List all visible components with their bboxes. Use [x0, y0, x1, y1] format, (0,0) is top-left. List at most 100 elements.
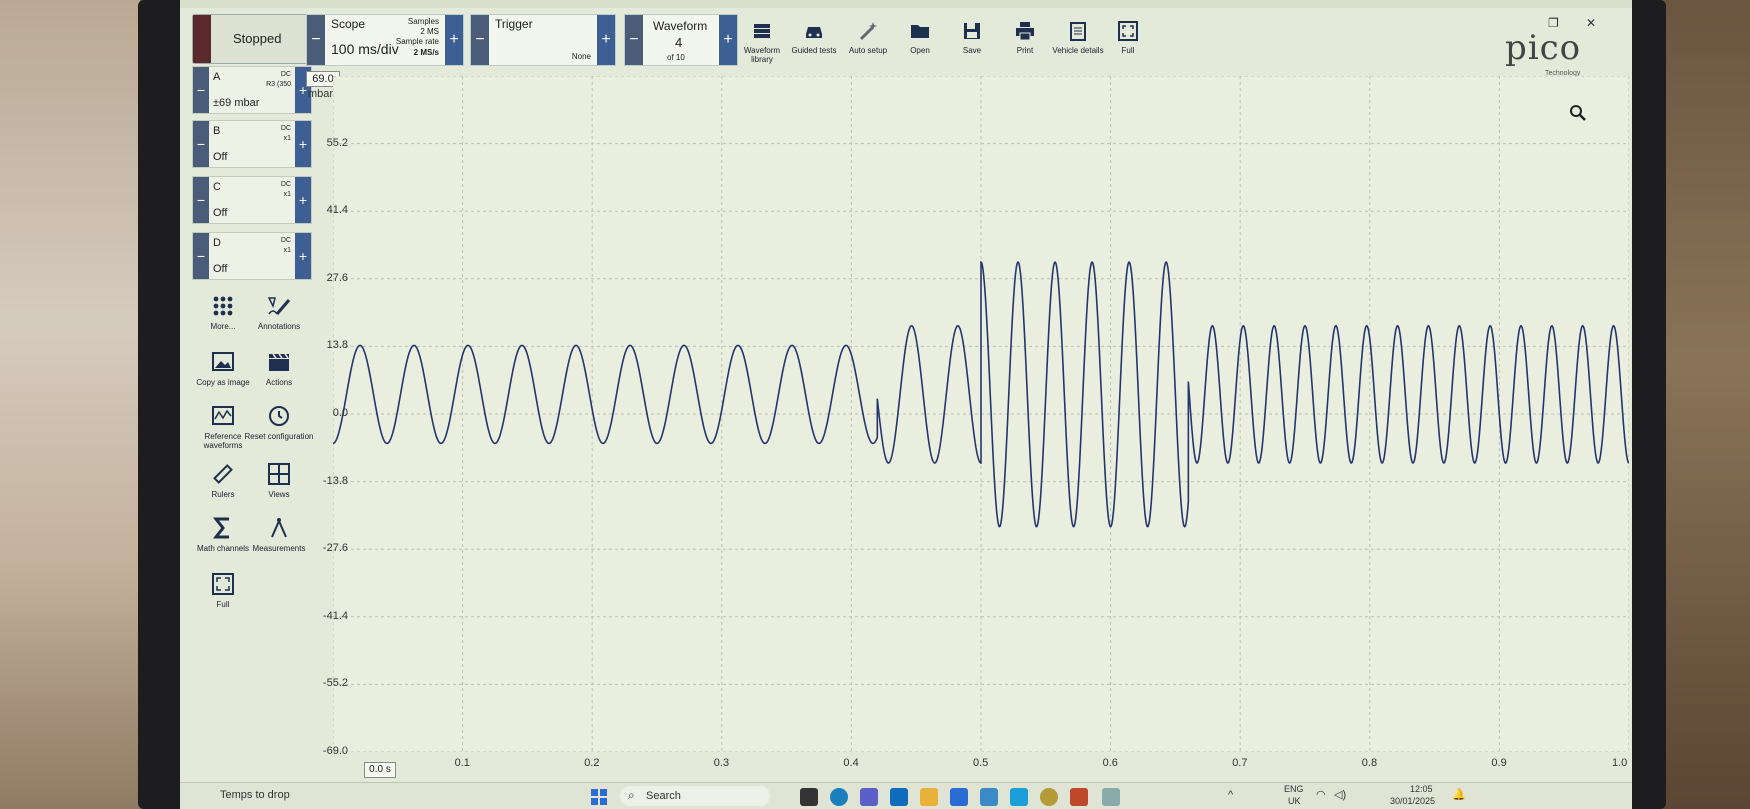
- channel-d-probe: x1: [283, 247, 291, 254]
- channel-b[interactable]: − B DC x1 Off +: [192, 120, 312, 168]
- channel-d-minus-button[interactable]: −: [193, 233, 209, 279]
- auto-setup-button[interactable]: Auto setup: [838, 20, 898, 55]
- channel-b-info: DC x1: [281, 124, 291, 144]
- outlook-icon[interactable]: [890, 788, 908, 806]
- x-tick-label: 0.4: [843, 757, 859, 769]
- tool-label: Copy as image: [196, 378, 250, 387]
- trigger-mode[interactable]: None: [572, 52, 591, 61]
- reset-configuration-button[interactable]: Reset configuration: [244, 404, 314, 441]
- chevron-up-icon[interactable]: ^: [1228, 789, 1233, 801]
- x-tick-label: 0.8: [1361, 757, 1378, 769]
- clock-time[interactable]: 12:05: [1410, 784, 1433, 794]
- volume-icon[interactable]: ◁): [1334, 788, 1346, 801]
- channel-d-info: DC x1: [281, 236, 291, 256]
- tool-label: Reference waveforms: [203, 432, 243, 450]
- app-icon[interactable]: [1040, 788, 1058, 806]
- y-tick-label: -13.8: [322, 474, 348, 487]
- trigger-prev-button[interactable]: −: [471, 15, 489, 65]
- stop-indicator: [193, 15, 211, 63]
- store-icon[interactable]: [950, 788, 968, 806]
- edge-icon[interactable]: [830, 788, 848, 806]
- toolbar-label: Print: [1016, 46, 1034, 55]
- x-tick-label: 0.6: [1102, 757, 1118, 769]
- save-button[interactable]: Save: [942, 20, 1002, 55]
- scope-plot[interactable]: [333, 76, 1629, 752]
- channel-c-range: Off: [213, 207, 228, 219]
- sample-rate-value: 2 MS/s: [413, 48, 439, 57]
- channel-c[interactable]: − C DC x1 Off +: [192, 176, 312, 224]
- annotations-button[interactable]: Annotations: [244, 294, 314, 331]
- sigma-icon: [212, 517, 229, 539]
- full-screen-button[interactable]: Full: [1098, 20, 1158, 55]
- timebase-increase-button[interactable]: +: [445, 15, 463, 65]
- taskbar-weather[interactable]: Temps to drop: [220, 789, 290, 801]
- waveform-control: − Waveform 4 of 10 +: [624, 14, 738, 66]
- clipboard-icon: [1070, 22, 1086, 41]
- tool-label: Views: [268, 490, 290, 499]
- tool-label: Annotations: [257, 322, 301, 331]
- open-button[interactable]: Open: [890, 20, 950, 55]
- sample-rate-label: Sample rate: [395, 37, 439, 46]
- restore-icon[interactable]: ❐: [1548, 16, 1559, 30]
- y-tick-label: 13.8: [326, 339, 348, 352]
- channel-c-minus-button[interactable]: −: [193, 177, 209, 223]
- close-icon[interactable]: ✕: [1586, 16, 1596, 30]
- app-icon[interactable]: [1010, 788, 1028, 806]
- waveform-count: of 10: [667, 53, 685, 62]
- language[interactable]: ENG: [1284, 784, 1304, 794]
- measurements-button[interactable]: Measurements: [244, 516, 314, 553]
- file-explorer-icon[interactable]: [920, 788, 938, 806]
- run-stop-button[interactable]: Stopped: [192, 14, 312, 64]
- channel-b-id: B: [213, 125, 221, 137]
- x-tick-label: 0.2: [584, 757, 600, 769]
- tool-label: Rulers: [211, 490, 235, 499]
- print-button[interactable]: Print: [995, 20, 1055, 55]
- channel-a-minus-button[interactable]: −: [193, 67, 209, 113]
- timebase-decrease-button[interactable]: −: [307, 15, 325, 65]
- region[interactable]: UK: [1288, 796, 1301, 806]
- app-icon[interactable]: [980, 788, 998, 806]
- views-button[interactable]: Views: [244, 462, 314, 499]
- search-icon: ⌕: [628, 788, 635, 802]
- waveform-prev-button[interactable]: −: [625, 15, 643, 65]
- app-icon[interactable]: [1070, 788, 1088, 806]
- run-state-label: Stopped: [233, 31, 282, 46]
- printer-icon: [1016, 22, 1034, 41]
- car-icon: [806, 27, 822, 38]
- wifi-icon[interactable]: ◠: [1316, 788, 1326, 801]
- channel-a-probe: R3 (350: [266, 81, 291, 88]
- clock-date[interactable]: 30/01/2025: [1390, 796, 1435, 806]
- task-view-icon[interactable]: [800, 788, 818, 806]
- notification-bell-icon[interactable]: 🔔: [1452, 788, 1466, 801]
- guided-tests-button[interactable]: Guided tests: [784, 20, 844, 55]
- channel-d[interactable]: − D DC x1 Off +: [192, 232, 312, 280]
- timebase-value[interactable]: 100 ms/div: [331, 41, 399, 57]
- tool-label: Math channels: [196, 544, 250, 553]
- channel-a[interactable]: − A DC R3 (350 ±69 mbar +: [192, 66, 312, 114]
- trigger-next-button[interactable]: +: [597, 15, 615, 65]
- waveform-index: 4: [675, 35, 683, 50]
- tool-label: More...: [210, 322, 236, 331]
- full-view-button[interactable]: Full: [188, 572, 258, 609]
- zoom-icon[interactable]: [1569, 104, 1587, 122]
- taskbar: Temps to drop ⌕ Search ^ ENG UK ◠ ◁) 12:…: [180, 782, 1632, 809]
- taskbar-search[interactable]: ⌕ Search: [620, 786, 770, 806]
- reset-icon: [269, 406, 289, 426]
- toolbar-label: Guided tests: [791, 46, 837, 55]
- actions-button[interactable]: Actions: [244, 350, 314, 387]
- teams-icon[interactable]: [860, 788, 878, 806]
- channel-d-range: Off: [213, 263, 228, 275]
- waveform-library-button[interactable]: Waveform library: [732, 20, 792, 64]
- channel-b-probe: x1: [283, 135, 291, 142]
- channel-b-minus-button[interactable]: −: [193, 121, 209, 167]
- picoscope-taskbar-icon[interactable]: [1102, 788, 1120, 806]
- tool-label: Actions: [265, 378, 293, 387]
- channel-c-probe: x1: [283, 191, 291, 198]
- y-tick-label: 41.4: [326, 204, 348, 217]
- folder-icon: [911, 25, 929, 38]
- toolbar-label: Open: [910, 46, 930, 55]
- windows-start-icon[interactable]: [590, 788, 608, 806]
- search-placeholder: Search: [646, 790, 681, 802]
- x-axis-start-field[interactable]: 0.0 s: [364, 762, 396, 778]
- tool-label: Reset configuration: [244, 432, 314, 441]
